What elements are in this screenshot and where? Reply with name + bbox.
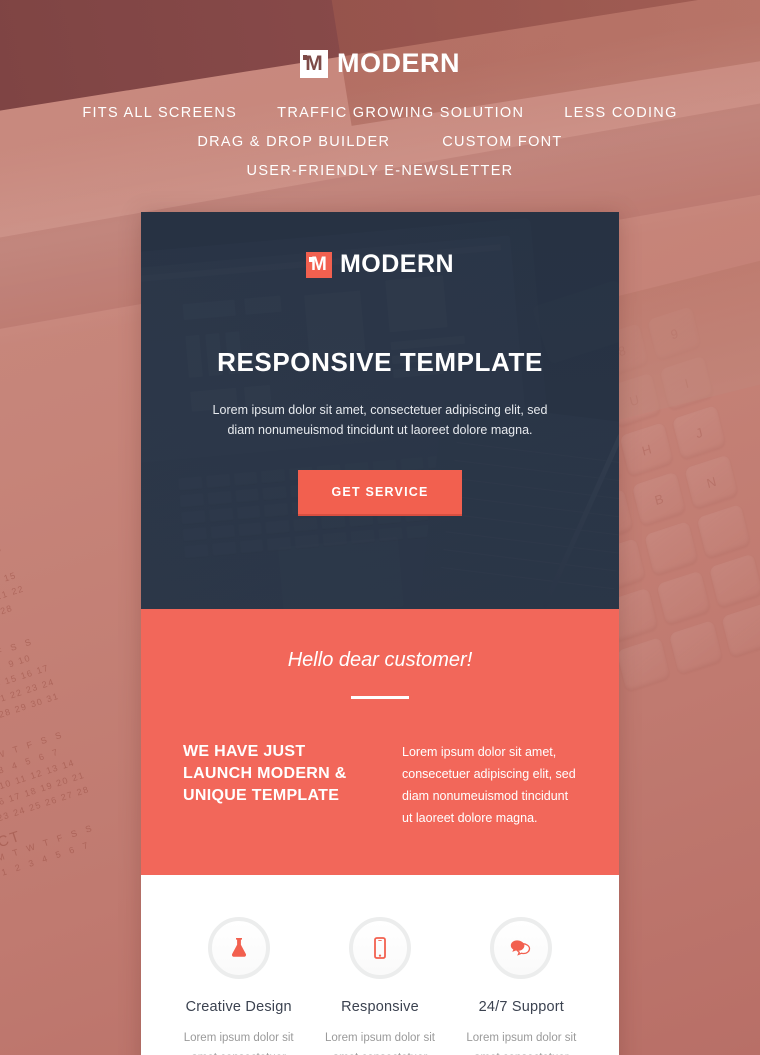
feature-nav-row-1: FITS ALL SCREENS TRAFFIC GROWING SOLUTIO… — [0, 105, 760, 121]
feature-title: Responsive — [341, 999, 419, 1015]
nav-item-less-coding[interactable]: LESS CODING — [564, 105, 677, 121]
email-features-section: Creative Design Lorem ipsum dolor sit am… — [141, 875, 619, 1055]
feature-nav-row-3: USER-FRIENDLY E-NEWSLETTER — [0, 163, 760, 179]
page-root: 456789 ERTYUI SDFGHJ ZXCVBN Month FEB M … — [0, 0, 760, 1055]
bg-calendar-month: FEB — [0, 480, 144, 575]
nav-item-drag-and-drop-builder[interactable]: DRAG & DROP BUILDER — [197, 134, 390, 150]
divider-rule — [351, 696, 409, 699]
greeting-text: Hello dear customer! — [287, 649, 473, 671]
brand-name: MODERN — [337, 48, 460, 78]
feature-title: Creative Design — [185, 999, 292, 1015]
mobile-phone-icon — [374, 937, 386, 959]
nav-item-custom-font[interactable]: CUSTOM FONT — [442, 134, 562, 150]
hero-title: RESPONSIVE TEMPLATE — [217, 347, 543, 377]
email-template-preview: M MODERN RESPONSIVE TEMPLATE Lorem ipsum… — [141, 212, 619, 1055]
nav-item-fits-all-screens[interactable]: FITS ALL SCREENS — [82, 105, 237, 121]
hero-content: M MODERN RESPONSIVE TEMPLATE Lorem ipsum… — [141, 212, 619, 516]
coral-heading: WE HAVE JUST LAUNCH MODERN & UNIQUE TEMP… — [183, 743, 347, 804]
feature-responsive: Responsive Lorem ipsum dolor sit amet co… — [312, 917, 447, 1055]
nav-item-traffic-growing-solution[interactable]: TRAFFIC GROWING SOLUTION — [277, 105, 524, 121]
feature-creative-design: Creative Design Lorem ipsum dolor sit am… — [171, 917, 306, 1055]
hero-subtitle: Lorem ipsum dolor sit amet, consectetuer… — [212, 403, 548, 437]
m-logo-icon: M — [300, 49, 328, 78]
coral-paragraph: Lorem ipsum dolor sit amet, consecetuer … — [402, 745, 576, 825]
icon-ring — [490, 917, 553, 979]
feature-nav-row-2: DRAG & DROP BUILDER CUSTOM FONT — [0, 134, 760, 150]
icon-ring — [207, 917, 270, 979]
coral-columns: WE HAVE JUST LAUNCH MODERN & UNIQUE TEMP… — [183, 741, 577, 829]
icon-ring — [348, 917, 411, 979]
email-hero-section: M MODERN RESPONSIVE TEMPLATE Lorem ipsum… — [141, 212, 619, 609]
flask-icon — [231, 938, 246, 957]
hero-brand-logo: M MODERN — [141, 250, 619, 279]
nav-item-user-friendly-e-newsletter[interactable]: USER-FRIENDLY E-NEWSLETTER — [247, 163, 514, 179]
m-logo-glyph: M — [311, 254, 327, 275]
bg-key — [668, 619, 723, 675]
hero-brand-name: MODERN — [339, 250, 455, 278]
bg-key: B — [631, 471, 686, 527]
feature-text: Lorem ipsum dolor sit amet consectetuer … — [466, 1032, 577, 1055]
feature-text: Lorem ipsum dolor sit amet consectetuer … — [325, 1032, 435, 1055]
bg-key — [656, 570, 711, 626]
bg-key — [696, 503, 751, 559]
bg-key — [721, 602, 760, 658]
bg-key: N — [684, 454, 739, 510]
bg-key: J — [671, 404, 726, 460]
feature-nav: FITS ALL SCREENS TRAFFIC GROWING SOLUTIO… — [0, 105, 760, 179]
brand-logo: M MODERN — [0, 48, 760, 79]
bg-key — [708, 553, 760, 609]
feature-support: 24/7 Support Lorem ipsum dolor sit amet … — [454, 917, 589, 1055]
feature-title: 24/7 Support — [478, 999, 565, 1015]
m-logo-icon: M — [305, 251, 332, 278]
bg-key — [616, 636, 671, 692]
feature-text: Lorem ipsum dolor sit amet consectetuer … — [183, 1032, 294, 1055]
bg-key — [644, 520, 699, 576]
bg-key: H — [619, 422, 674, 478]
get-service-button[interactable]: GET SERVICE — [298, 470, 462, 516]
page-header: M MODERN FITS ALL SCREENS TRAFFIC GROWIN… — [0, 0, 760, 179]
email-coral-section: Hello dear customer! WE HAVE JUST LAUNCH… — [141, 609, 619, 875]
m-logo-glyph: M — [305, 52, 323, 75]
chat-bubbles-icon — [511, 940, 531, 956]
